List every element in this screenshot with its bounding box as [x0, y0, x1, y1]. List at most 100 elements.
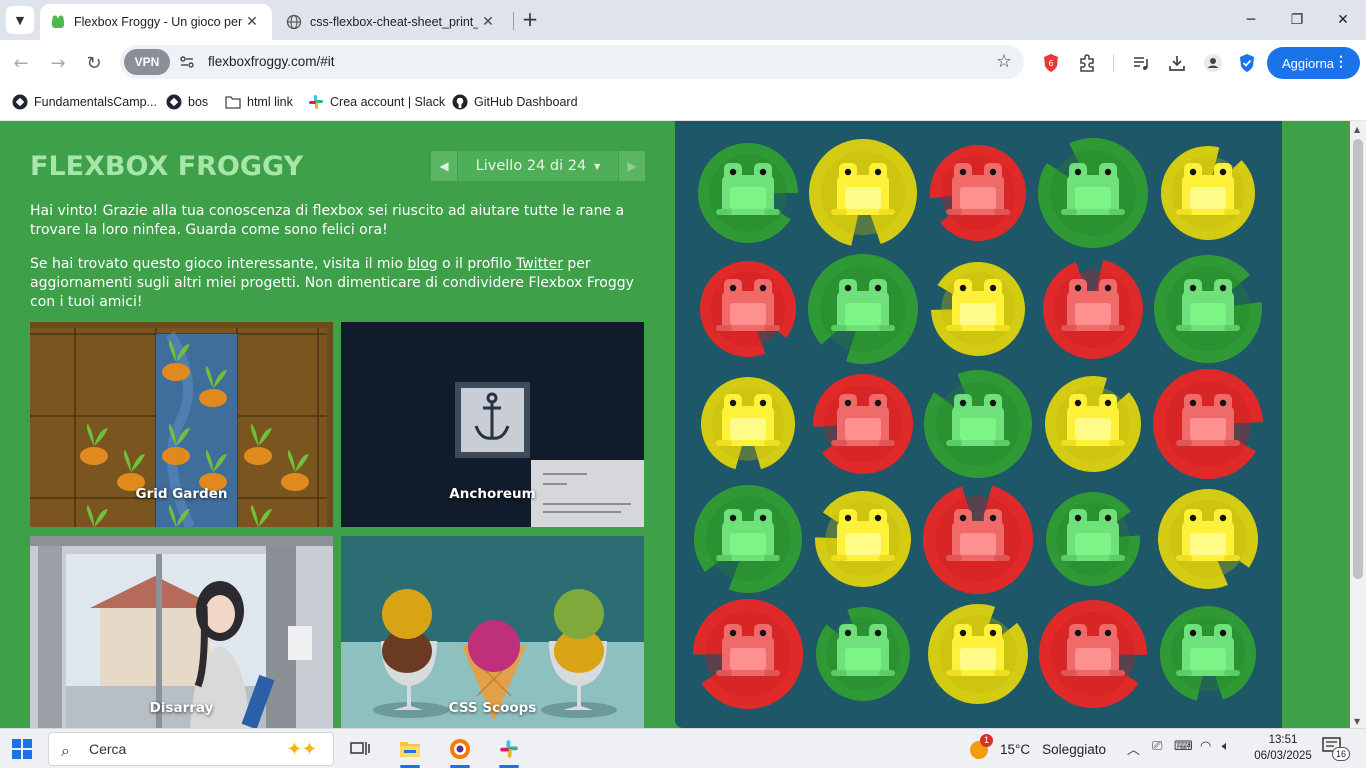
notification-center-icon[interactable]: 16	[1322, 737, 1350, 761]
language-icon[interactable]: ⌨	[1174, 739, 1193, 754]
frog-foot	[716, 555, 732, 561]
meet-now-icon[interactable]: ⎚	[1152, 739, 1162, 754]
frog-eye	[844, 629, 852, 637]
red-frog-on-lilypad	[700, 261, 796, 357]
frog-eye	[874, 168, 882, 176]
scroll-up-icon[interactable]: ▲	[1354, 125, 1360, 134]
forward-button[interactable]: →	[45, 50, 71, 76]
frog-eye	[729, 514, 737, 522]
bookmark-star-icon[interactable]: ☆	[996, 51, 1012, 72]
win-message: Hai vinto! Grazie alla tua conoscenza di…	[30, 203, 625, 238]
frog-belly	[1075, 303, 1111, 325]
frog-eye	[959, 168, 967, 176]
disarray-card[interactable]: Disarray	[30, 536, 333, 728]
tab-cheat-sheet[interactable]: css-flexbox-cheat-sheet_print_b ✕	[276, 4, 508, 40]
address-bar[interactable]: VPN flexboxfroggy.com/#it ☆	[120, 45, 1024, 79]
reload-button[interactable]: ↻	[81, 50, 107, 76]
minimize-button[interactable]: ─	[1228, 0, 1274, 40]
scroll-down-icon[interactable]: ▼	[1354, 717, 1360, 726]
flexbox-froggy-logo[interactable]: FLEXBOX FROGGY	[30, 151, 303, 182]
green-frog-on-lilypad	[808, 254, 918, 364]
frog-foot	[831, 670, 847, 676]
frog-eye	[1074, 629, 1082, 637]
bookmark-slack[interactable]: Crea account | Slack	[308, 92, 445, 112]
weather-widget[interactable]: 1 15°C Soleggiato	[968, 734, 1106, 760]
next-level-button[interactable]: ▶	[619, 151, 645, 181]
frog-eye	[1219, 514, 1227, 522]
slack-icon	[308, 94, 324, 110]
windows-start-icon[interactable]	[12, 739, 32, 759]
project-title: Anchoreum	[449, 486, 536, 502]
volume-icon[interactable]: 🔈︎	[1222, 739, 1230, 754]
frog-eye	[989, 399, 997, 407]
frog-eye	[1189, 284, 1197, 292]
frog-foot	[1061, 555, 1077, 561]
frog-belly	[1075, 187, 1111, 209]
browser-taskbar-icon[interactable]	[440, 733, 480, 768]
red-frog-on-lilypad	[923, 485, 1033, 594]
close-window-button[interactable]: ✕	[1320, 0, 1366, 40]
wifi-icon[interactable]: ◠	[1200, 739, 1211, 754]
close-icon[interactable]: ✕	[242, 14, 262, 30]
chevron-up-icon[interactable]: ︿	[1127, 739, 1140, 758]
bookmark-bos[interactable]: bos	[166, 92, 208, 112]
bookmark-html-link[interactable]: html link	[225, 92, 293, 112]
chevron-down-icon: ▼	[15, 13, 25, 27]
system-clock[interactable]: 13:51 06/03/2025	[1252, 732, 1314, 764]
blog-link[interactable]: blog	[407, 256, 437, 272]
vpn-button[interactable]: VPN	[124, 49, 170, 75]
level-dropdown[interactable]: Livello 24 di 24 ▼	[458, 151, 618, 181]
frog-belly	[730, 187, 766, 209]
anchoreum-card[interactable]: Anchoreum	[341, 322, 644, 527]
github-icon	[452, 94, 468, 110]
file-explorer-icon[interactable]	[390, 733, 430, 768]
bookmark-label: Crea account | Slack	[330, 95, 446, 109]
red-frog-on-lilypad	[813, 374, 913, 475]
scroll-thumb[interactable]	[1353, 139, 1363, 579]
search-icon: ⌕	[61, 741, 70, 760]
download-icon[interactable]	[1166, 52, 1188, 74]
close-icon[interactable]: ✕	[478, 14, 498, 30]
bookmark-github[interactable]: GitHub Dashboard	[452, 92, 578, 112]
frog-belly	[845, 187, 881, 209]
frog-eye	[989, 168, 997, 176]
frog-eye	[1074, 168, 1082, 176]
taskbar-search[interactable]: ⌕ Cerca ✦✦	[48, 732, 334, 766]
more-menu-icon[interactable]: ⋮	[1334, 53, 1348, 70]
update-button[interactable]: Aggiorna ⋮	[1267, 47, 1360, 79]
page-scrollbar[interactable]: ▲ ▼	[1350, 121, 1366, 728]
frog-belly	[1190, 187, 1226, 209]
frog-eye	[1104, 284, 1112, 292]
green-frog-on-lilypad	[924, 370, 1032, 478]
previous-level-button[interactable]: ◀	[431, 151, 457, 181]
profile-icon[interactable]	[1202, 52, 1224, 74]
frog-foot	[764, 325, 780, 331]
tab-title: css-flexbox-cheat-sheet_print_b	[310, 15, 478, 29]
task-view-icon[interactable]	[340, 733, 380, 765]
bookmark-fundamentalscamp[interactable]: FundamentalsCamp...	[12, 92, 157, 112]
slack-taskbar-icon[interactable]	[489, 733, 529, 768]
back-button[interactable]: ←	[8, 50, 34, 76]
frog-belly	[845, 418, 881, 440]
media-control-icon[interactable]	[1130, 52, 1152, 74]
security-shield-icon[interactable]	[1236, 52, 1258, 74]
frog-foot	[1109, 440, 1125, 446]
frog-eye	[729, 284, 737, 292]
url-text[interactable]: flexboxfroggy.com/#it	[208, 54, 335, 69]
twitter-link[interactable]: Twitter	[516, 256, 563, 272]
tab-list-button[interactable]: ▼	[6, 6, 34, 34]
css-scoops-card[interactable]: CSS Scoops	[341, 536, 644, 728]
frog-foot	[716, 440, 732, 446]
tab-flexbox-froggy[interactable]: Flexbox Froggy - Un gioco per i ✕	[40, 4, 272, 40]
extensions-icon[interactable]	[1076, 52, 1098, 74]
shield-extension-icon[interactable]: 6	[1040, 52, 1062, 74]
frog-belly	[1075, 418, 1111, 440]
frog-foot	[946, 325, 962, 331]
restore-button[interactable]: ❐	[1274, 0, 1320, 40]
frog-foot	[1176, 555, 1192, 561]
new-tab-button[interactable]: +	[519, 9, 541, 31]
clock-time: 13:51	[1268, 734, 1298, 746]
site-settings-icon[interactable]	[178, 53, 196, 71]
grid-garden-card[interactable]: Grid Garden	[30, 322, 333, 527]
frog-eye	[1104, 399, 1112, 407]
